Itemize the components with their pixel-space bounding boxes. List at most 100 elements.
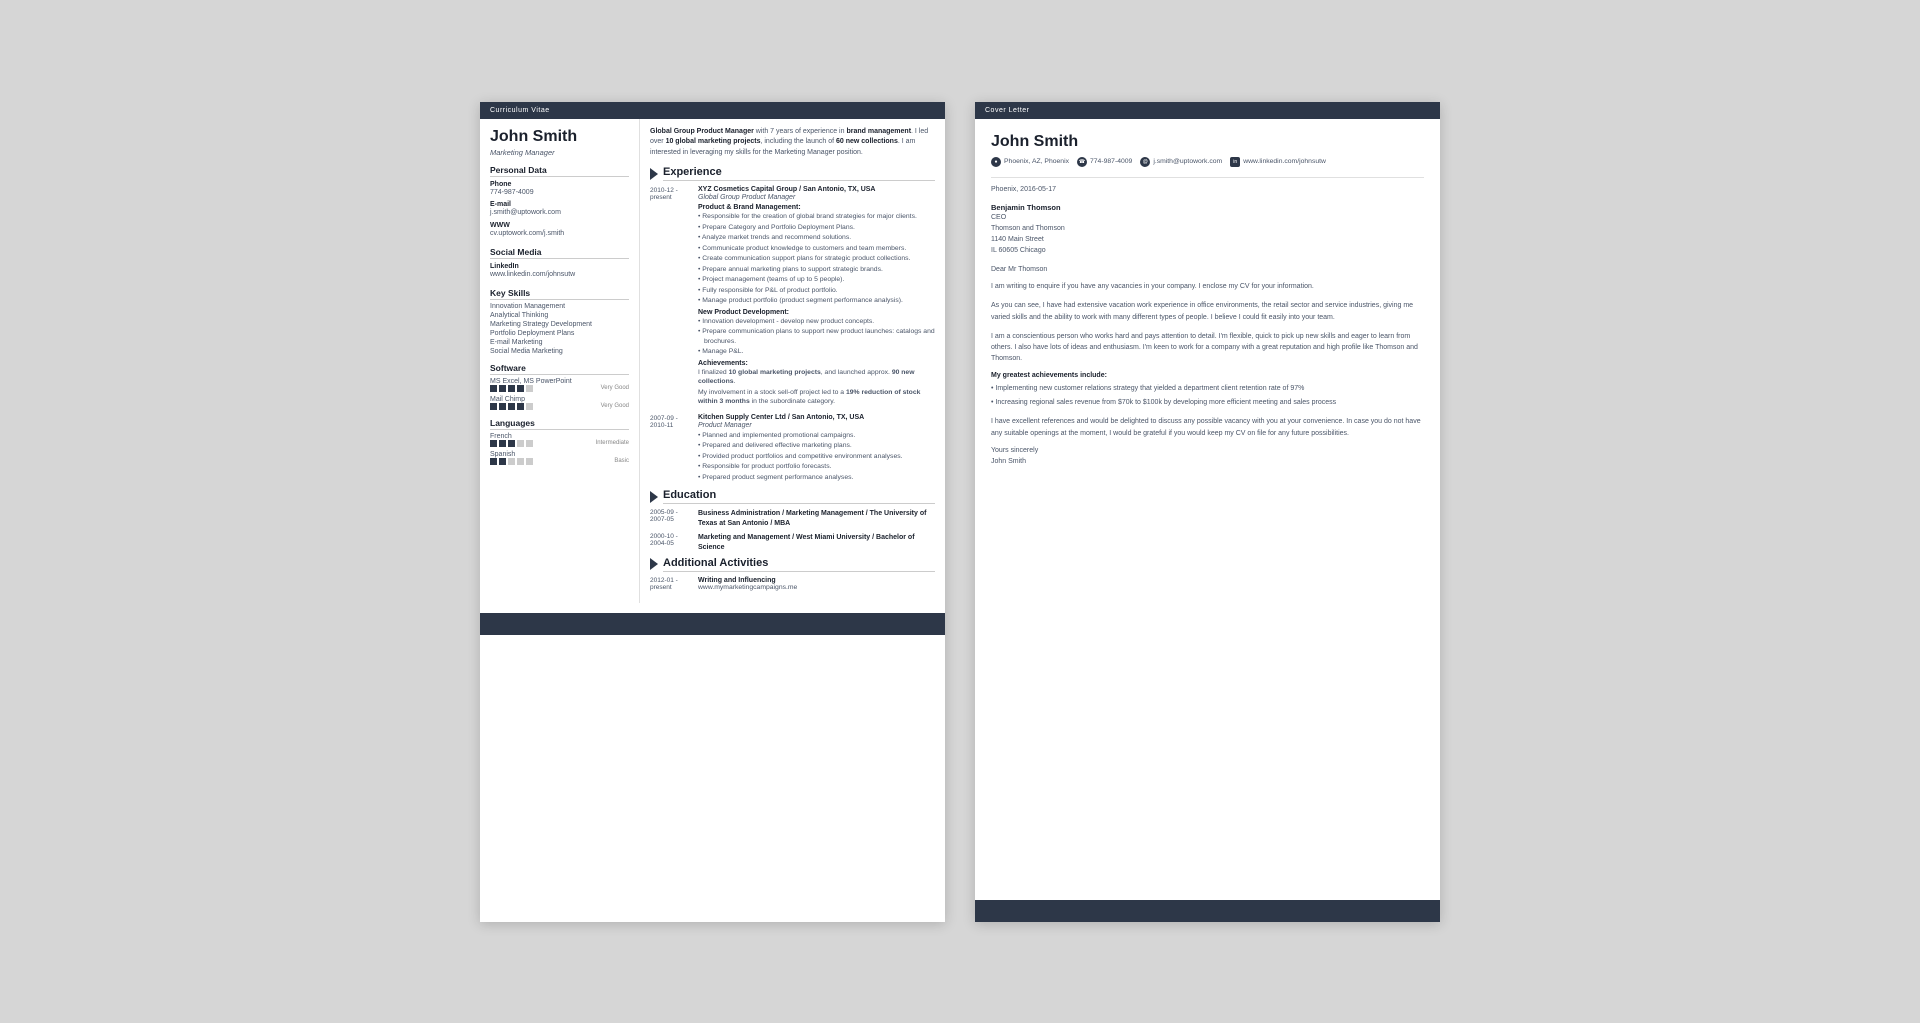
- cl-footer: [975, 900, 1440, 922]
- cl-recipient-title: CEO: [991, 212, 1424, 223]
- act-entry-1: 2012-01 -present Writing and Influencing…: [650, 577, 935, 591]
- dot-empty: [526, 458, 533, 465]
- dot-empty: [526, 440, 533, 447]
- dot-filled: [508, 385, 515, 392]
- edu-degree: Marketing and Management / West Miami Un…: [698, 533, 935, 553]
- dot-filled: [517, 385, 524, 392]
- cl-header-bar: Cover Letter: [975, 102, 1440, 119]
- cv-skills-list: Innovation Management Analytical Thinkin…: [490, 303, 629, 355]
- exp-bullet: • Prepare annual marketing plans to supp…: [698, 265, 935, 275]
- exp-role: Product Manager: [698, 422, 935, 429]
- cv-summary: Global Group Product Manager with 7 year…: [650, 127, 935, 159]
- exp-achievement-text: I finalized 10 global marketing projects…: [698, 368, 935, 387]
- phone-icon: ☎: [1077, 157, 1087, 167]
- skill-item: Innovation Management: [490, 303, 629, 310]
- skill-dots: [490, 385, 533, 392]
- exp-bullet: • Provided product portfolios and compet…: [698, 452, 935, 462]
- exp-content: XYZ Cosmetics Capital Group / San Antoni…: [698, 186, 935, 408]
- act-date: 2012-01 -present: [650, 577, 692, 591]
- skill-bar-row: Very Good: [490, 385, 629, 392]
- software-item: Mail Chimp Very Good: [490, 396, 629, 410]
- section-arrow-icon: [650, 558, 658, 570]
- cl-date: Phoenix, 2016-05-17: [991, 186, 1424, 193]
- cl-phone-item: ☎ 774-987-4009: [1077, 157, 1132, 167]
- cl-location: Phoenix, AZ, Phoenix: [1004, 158, 1069, 165]
- exp-date: 2010-12 -present: [650, 186, 692, 408]
- exp-date: 2007-09 -2010-11: [650, 414, 692, 484]
- exp-bullet: • Manage P&L.: [698, 347, 935, 357]
- cv-document: Curriculum Vitae John Smith Marketing Ma…: [480, 102, 945, 922]
- exp-bullet: • Prepare Category and Portfolio Deploym…: [698, 223, 935, 233]
- skill-level: Very Good: [601, 403, 629, 409]
- dot-filled: [499, 385, 506, 392]
- skill-bar-row: Intermediate: [490, 440, 629, 447]
- cv-top: John Smith Marketing Manager Personal Da…: [480, 119, 945, 603]
- cv-footer: [480, 613, 945, 635]
- cl-closing-paragraph: I have excellent references and would be…: [991, 416, 1424, 438]
- dot-filled: [490, 440, 497, 447]
- edu-entry-2: 2000-10 -2004-05 Marketing and Managemen…: [650, 533, 935, 553]
- lang-item: French Intermediate: [490, 433, 629, 447]
- exp-bullet: • Prepared product segment performance a…: [698, 473, 935, 483]
- cv-linkedin-label: LinkedIn: [490, 263, 629, 270]
- lang-item: Spanish Basic: [490, 451, 629, 465]
- cl-linkedin: www.linkedin.com/johnsutw: [1243, 158, 1326, 165]
- cl-paragraph-3: I am a conscientious person who works ha…: [991, 331, 1424, 365]
- skill-bar-row: Very Good: [490, 403, 629, 410]
- dot-filled: [508, 440, 515, 447]
- education-section-header: Education: [650, 489, 935, 504]
- cl-paragraph-2: As you can see, I have had extensive vac…: [991, 300, 1424, 322]
- skill-item: Analytical Thinking: [490, 312, 629, 319]
- exp-bullet: • Communicate product knowledge to custo…: [698, 244, 935, 254]
- exp-company: XYZ Cosmetics Capital Group / San Antoni…: [698, 186, 935, 193]
- exp-subsection: Achievements:: [698, 360, 935, 367]
- skill-dots: [490, 458, 533, 465]
- skill-bar-row: Basic: [490, 458, 629, 465]
- cv-email-value: j.smith@uptowork.com: [490, 208, 629, 218]
- software-name: MS Excel, MS PowerPoint: [490, 378, 629, 385]
- linkedin-icon: in: [1230, 157, 1240, 167]
- cl-signature: John Smith: [991, 458, 1424, 465]
- lang-name: French: [490, 433, 629, 440]
- dot-filled: [499, 458, 506, 465]
- cv-social-media-section: Social Media: [490, 247, 629, 259]
- cv-key-skills-section: Key Skills: [490, 288, 629, 300]
- cl-body: John Smith ● Phoenix, AZ, Phoenix ☎ 774-…: [975, 119, 1440, 475]
- cl-recipient-name: Benjamin Thomson: [991, 203, 1424, 212]
- cl-achievement-bullet-1: • Implementing new customer relations st…: [991, 384, 1424, 395]
- cl-address2: IL 60605 Chicago: [991, 245, 1424, 256]
- cl-achievement-bullet-2: • Increasing regional sales revenue from…: [991, 398, 1424, 409]
- exp-bullet: • Responsible for the creation of global…: [698, 212, 935, 222]
- exp-bullet: • Project management (teams of up to 5 p…: [698, 275, 935, 285]
- act-title: Writing and Influencing: [698, 577, 935, 584]
- cl-contact-row: ● Phoenix, AZ, Phoenix ☎ 774-987-4009 @ …: [991, 157, 1424, 167]
- skill-dots: [490, 403, 533, 410]
- cv-software-section: Software: [490, 363, 629, 375]
- activities-section-header: Additional Activities: [650, 557, 935, 572]
- section-arrow-icon: [650, 491, 658, 503]
- education-section-title: Education: [663, 489, 935, 504]
- exp-entry-2: 2007-09 -2010-11 Kitchen Supply Center L…: [650, 414, 935, 484]
- cl-company: Thomson and Thomson: [991, 223, 1424, 234]
- cv-www-label: WWW: [490, 222, 629, 229]
- cl-email: j.smith@uptowork.com: [1153, 158, 1222, 165]
- cl-email-item: @ j.smith@uptowork.com: [1140, 157, 1222, 167]
- edu-content: Marketing and Management / West Miami Un…: [698, 533, 935, 553]
- exp-achievement-text: My involvement in a stock sell-off proje…: [698, 388, 935, 407]
- cv-linkedin-value: www.linkedin.com/johnsutw: [490, 270, 629, 280]
- cl-location-item: ● Phoenix, AZ, Phoenix: [991, 157, 1069, 167]
- experience-section-title: Experience: [663, 166, 935, 181]
- edu-content: Business Administration / Marketing Mana…: [698, 509, 935, 529]
- exp-bullet: • Responsible for product portfolio fore…: [698, 462, 935, 472]
- experience-section-header: Experience: [650, 166, 935, 181]
- cv-www-value: cv.uptowork.com/j.smith: [490, 229, 629, 239]
- cv-left-column: John Smith Marketing Manager Personal Da…: [480, 119, 640, 603]
- dot-filled: [499, 440, 506, 447]
- cl-divider: [991, 177, 1424, 178]
- section-arrow-icon: [650, 168, 658, 180]
- dot-filled: [517, 403, 524, 410]
- location-icon: ●: [991, 157, 1001, 167]
- cv-personal-data-section: Personal Data: [490, 165, 629, 177]
- cv-header-bar: Curriculum Vitae: [480, 102, 945, 119]
- cv-languages-section: Languages: [490, 418, 629, 430]
